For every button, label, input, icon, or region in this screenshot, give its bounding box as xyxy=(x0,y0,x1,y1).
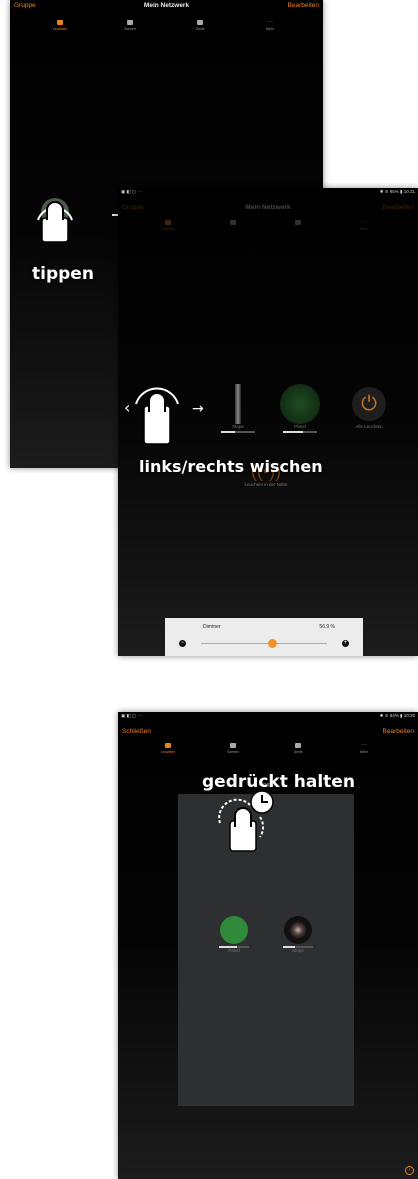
group-member-stripe[interactable]: Stripe xyxy=(280,916,316,953)
dimmer-panel: Dimmer 56.9 % − + xyxy=(165,618,363,656)
gesture-label-tap: tippen xyxy=(32,264,94,284)
tab-scenes[interactable]: Szenen xyxy=(213,741,253,754)
close-button[interactable]: Schließen xyxy=(122,728,151,735)
nav-bar: Schließen Bearbeiten xyxy=(118,728,418,740)
lamp-tile-all[interactable]: ⏻ Alle Leuchten xyxy=(344,384,394,429)
svg-text:‹: ‹ xyxy=(124,398,130,417)
lamp-icon xyxy=(165,743,171,748)
tab-more[interactable]: ··· Mehr xyxy=(344,741,384,754)
swipe-hand-icon: ‹ → xyxy=(124,387,204,445)
svg-text:→: → xyxy=(192,401,204,417)
group-member-panel[interactable]: Panel xyxy=(216,916,252,953)
edit-button[interactable]: Bearbeiten xyxy=(288,2,319,9)
lamp-icon xyxy=(57,20,63,25)
tab-lights[interactable]: Leuchten xyxy=(148,218,188,231)
status-bar: ▣ ◧ ◻ ··· ✱ ≋ 95% ▮ 10:31 xyxy=(121,189,415,194)
dimmer-plus-button[interactable]: + xyxy=(342,640,349,647)
tab-bar: Leuchten Szenen Gerät ··· Mehr xyxy=(10,18,323,38)
lamp-tile-stripe[interactable]: Stripe xyxy=(216,384,260,433)
status-bar: ▣ ◧ ◻ ··· ✱ ≋ 94% ▮ 10:35 xyxy=(121,713,415,718)
dimmer-track[interactable] xyxy=(201,643,327,644)
tab-device[interactable] xyxy=(278,218,318,225)
panel-lamp-icon xyxy=(220,916,248,944)
lamp-tile-panel[interactable]: Panel xyxy=(278,384,322,433)
tab-device[interactable]: Gerät xyxy=(278,741,318,754)
panel-lamp-icon xyxy=(280,384,320,424)
tab-lights[interactable]: Leuchten xyxy=(40,18,80,31)
tab-bar: Leuchten ··· Mehr xyxy=(118,218,418,238)
dimmer-thumb[interactable] xyxy=(268,639,278,648)
device-icon xyxy=(295,743,301,748)
nav-bar: Gruppe Mein Netzwerk Bearbeiten xyxy=(10,2,323,14)
power-icon: ⏻ xyxy=(352,387,386,421)
dimmer-minus-button[interactable]: − xyxy=(179,640,186,647)
more-icon: ··· xyxy=(267,19,273,25)
tab-scenes[interactable]: Szenen xyxy=(110,18,150,31)
tab-scenes[interactable] xyxy=(213,218,253,225)
tap-hand-icon xyxy=(37,198,73,243)
tab-device[interactable]: Gerät xyxy=(180,18,220,31)
tab-lights[interactable]: Leuchten xyxy=(148,741,188,754)
page-title: Mein Netzwerk xyxy=(143,2,190,9)
gesture-label-swipe: links/rechts wischen xyxy=(139,457,323,476)
stripe-lamp-icon xyxy=(284,916,312,944)
tab-more[interactable]: ··· Mehr xyxy=(344,218,384,231)
info-icon[interactable]: i xyxy=(405,1166,414,1175)
long-press-hand-icon xyxy=(218,790,274,852)
gesture-label-long-press: gedrückt halten xyxy=(202,772,355,792)
scene-icon xyxy=(127,20,133,25)
tab-more[interactable]: ··· Mehr xyxy=(250,18,290,31)
dimmer-value: 56.9 % xyxy=(319,624,335,630)
dimmer-label: Dimmer xyxy=(203,624,221,630)
device-icon xyxy=(197,20,203,25)
edit-button[interactable]: Bearbeiten xyxy=(383,728,414,735)
tab-bar: Leuchten Szenen Gerät ··· Mehr xyxy=(118,741,418,761)
more-icon: ··· xyxy=(361,742,367,748)
scene-icon xyxy=(230,743,236,748)
stripe-lamp-icon xyxy=(235,384,241,424)
nav-bar: Gruppe Mein Netzwerk Bearbeiten xyxy=(122,204,414,211)
